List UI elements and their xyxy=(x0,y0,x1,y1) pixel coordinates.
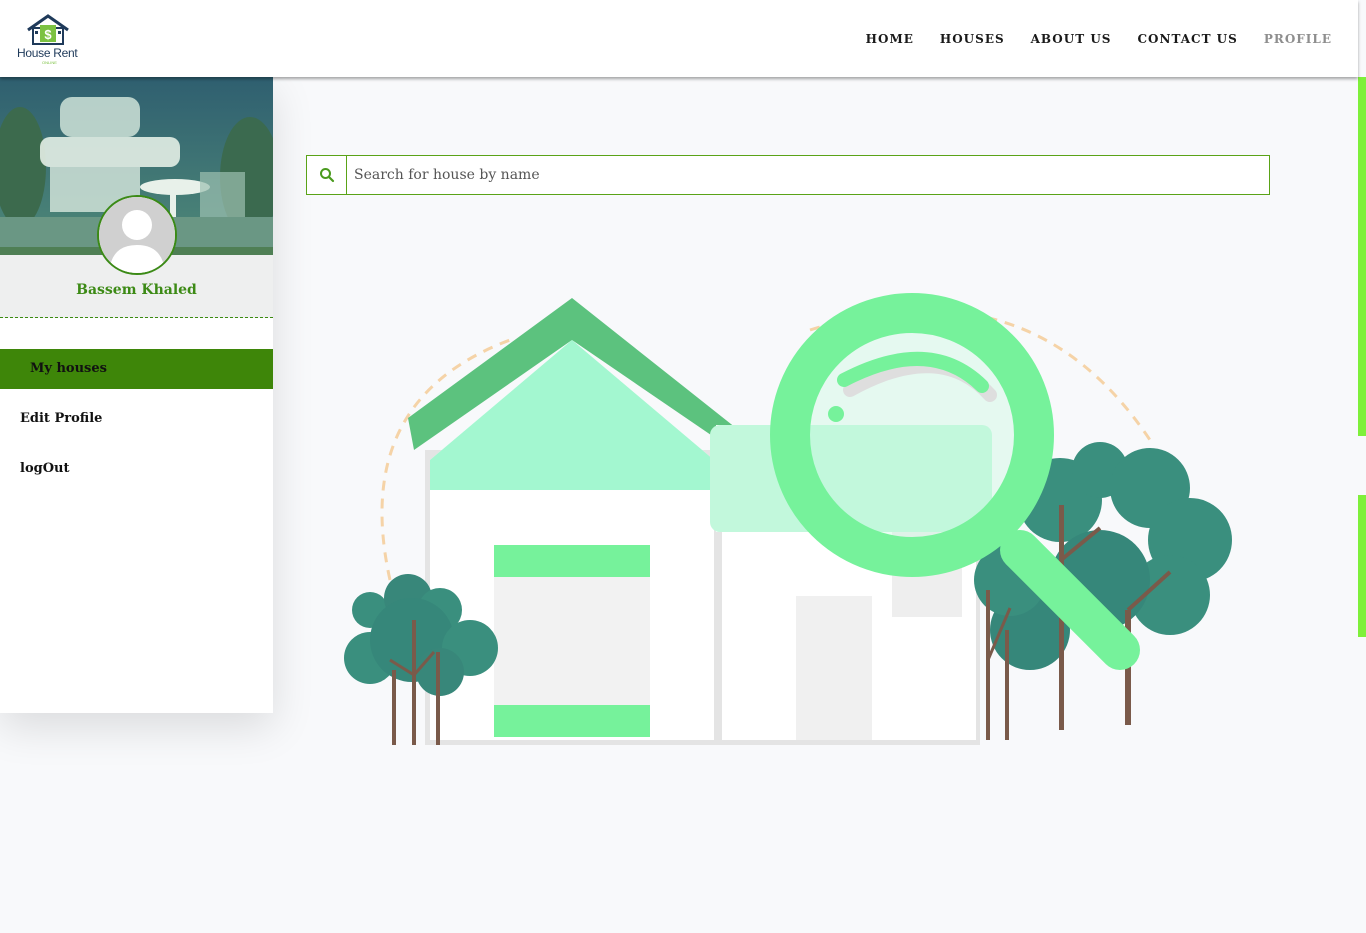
search-icon[interactable] xyxy=(307,156,347,194)
house-search-illustration xyxy=(330,280,1250,750)
menu-my-houses[interactable]: My houses xyxy=(0,349,273,389)
search-input[interactable] xyxy=(347,156,1269,194)
nav-about-us[interactable]: ABOUT US xyxy=(1031,32,1112,46)
logo[interactable]: $ House Rent ONLINE xyxy=(14,12,82,65)
nav-houses[interactable]: HOUSES xyxy=(940,32,1005,46)
scroll-indicator[interactable] xyxy=(1358,77,1366,436)
logo-text: House Rent xyxy=(17,46,78,60)
menu-logout[interactable]: logOut xyxy=(0,449,273,489)
nav-home[interactable]: HOME xyxy=(866,32,914,46)
avatar[interactable] xyxy=(97,195,177,275)
user-avatar-icon xyxy=(99,197,175,273)
nav-profile[interactable]: PROFILE xyxy=(1264,32,1332,46)
house-logo-icon: $ xyxy=(27,14,69,45)
profile-sidebar: Bassem Khaled My houses Edit Profile log… xyxy=(0,77,273,713)
logo-subtext: ONLINE xyxy=(42,60,57,65)
house-search-bar xyxy=(306,155,1270,195)
menu-edit-profile[interactable]: Edit Profile xyxy=(0,399,273,439)
user-name: Bassem Khaled xyxy=(76,282,197,298)
scroll-indicator[interactable] xyxy=(1358,495,1366,637)
top-navbar: $ House Rent ONLINE HOME HOUSES ABOUT US… xyxy=(0,0,1358,77)
svg-text:$: $ xyxy=(44,27,52,42)
main-nav: HOME HOUSES ABOUT US CONTACT US PROFILE xyxy=(866,32,1332,46)
nav-contact-us[interactable]: CONTACT US xyxy=(1137,32,1237,46)
